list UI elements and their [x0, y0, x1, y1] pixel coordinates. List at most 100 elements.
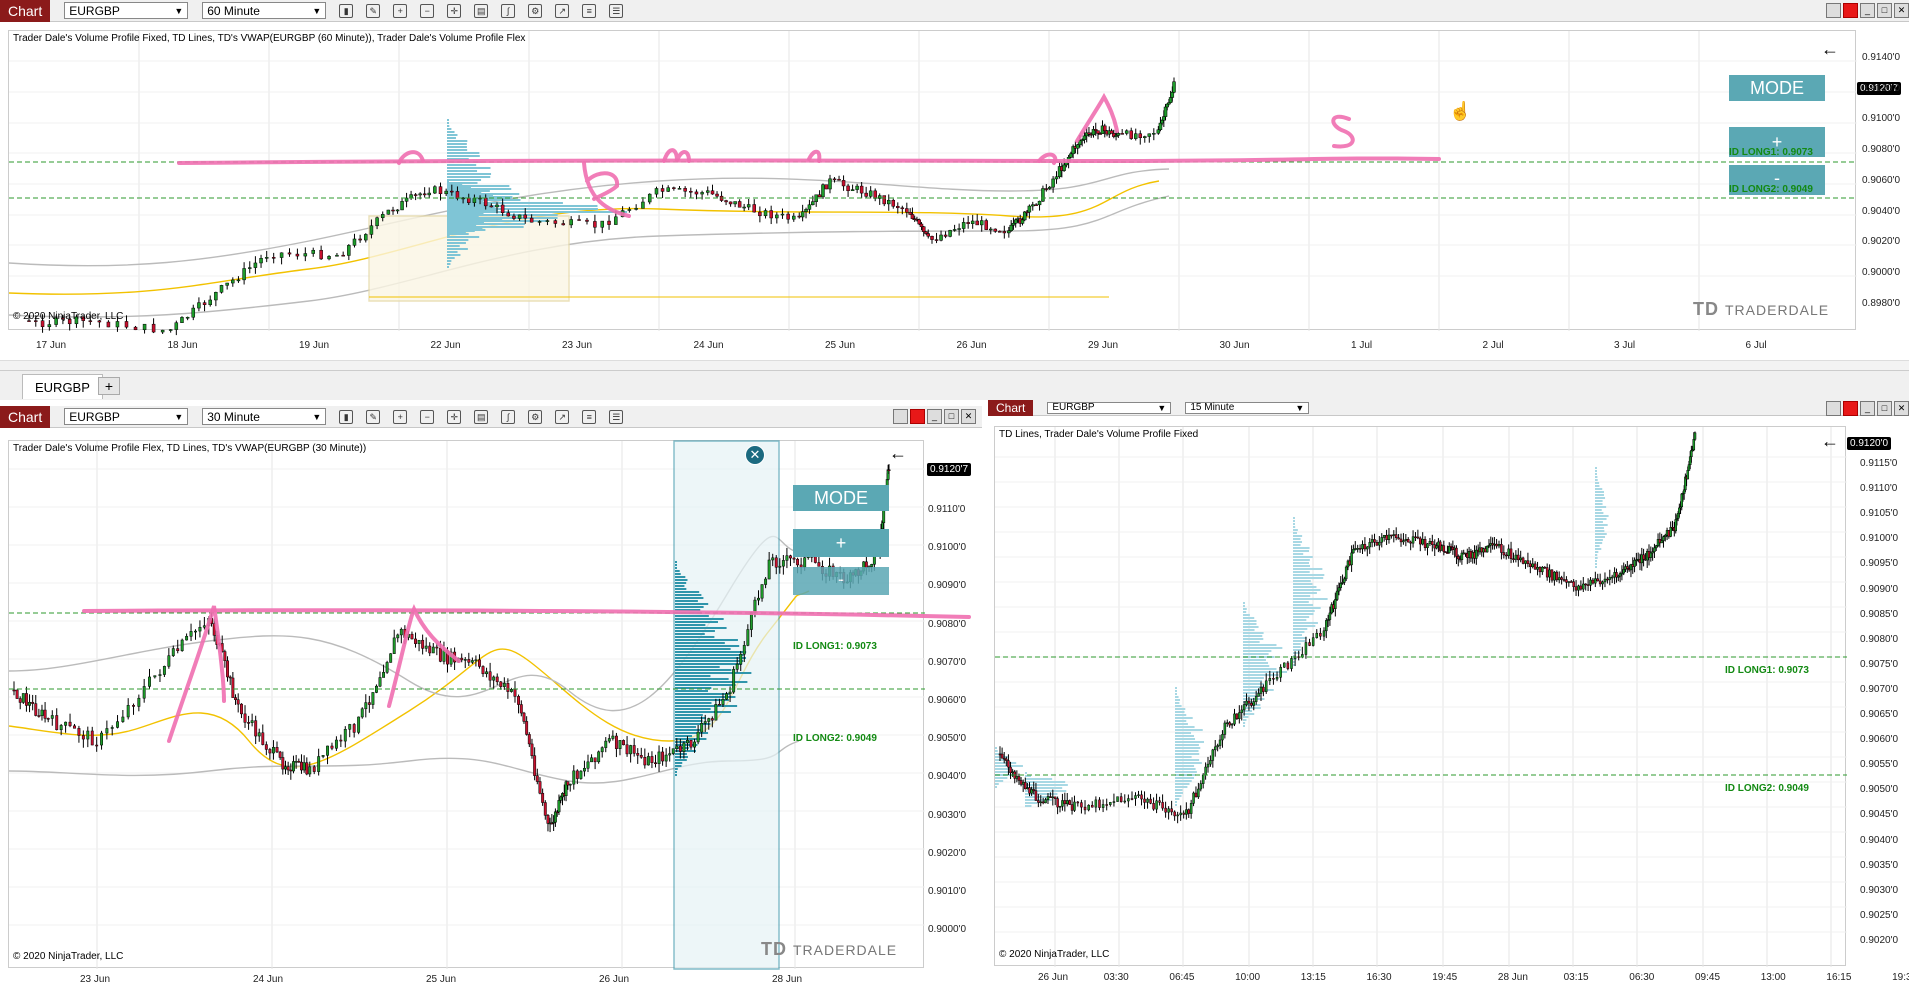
instrument-selector[interactable]: EURGBP ▼	[64, 408, 189, 425]
price-tick-label: 0.9020'0	[1862, 236, 1901, 248]
pencil-icon[interactable]: ✎	[366, 3, 381, 18]
bar-type-icon[interactable]: ▮	[339, 409, 354, 424]
interval-selector[interactable]: 30 Minute ▼	[202, 408, 327, 425]
close-profile-icon[interactable]: ✕	[745, 445, 765, 465]
maximize-button[interactable]: □	[1877, 3, 1892, 18]
price-tick-label: 0.9020'0	[1860, 934, 1899, 946]
volume-profile-bar	[1293, 544, 1301, 546]
bottom-right-plot-area[interactable]: TD Lines, Trader Dale's Volume Profile F…	[994, 426, 1892, 967]
chart-tab[interactable]: Chart	[0, 0, 51, 22]
candle-body	[1596, 578, 1599, 582]
volume-profile-bar	[675, 660, 744, 662]
chart-tab[interactable]: Chart	[988, 400, 1034, 416]
candle-body	[1560, 577, 1563, 580]
zoom-out-icon[interactable]: −	[420, 409, 435, 424]
plus-button[interactable]: +	[793, 529, 889, 557]
crosshair-icon[interactable]: ✛	[447, 409, 462, 424]
data-box-icon[interactable]: ▤	[474, 3, 489, 18]
maximize-button[interactable]: □	[1877, 401, 1892, 416]
instrument-selector[interactable]: EURGBP ▼	[64, 2, 189, 19]
back-arrow-icon[interactable]: ←	[1821, 39, 1839, 60]
candle-body	[1358, 548, 1362, 550]
candle-body	[279, 252, 284, 258]
candle-body	[1087, 804, 1090, 811]
candle-body	[326, 745, 329, 756]
mode-button[interactable]: MODE	[1729, 75, 1825, 101]
minimize-button[interactable]: _	[1860, 3, 1875, 18]
list-icon[interactable]: ☰	[609, 409, 624, 424]
strategies-icon[interactable]: ⚙	[528, 409, 543, 424]
candle-body	[1435, 545, 1438, 549]
volume-profile-bar	[447, 239, 469, 241]
zoom-in-icon[interactable]: +	[393, 409, 408, 424]
volume-profile-bar	[1175, 690, 1177, 692]
mode-button[interactable]: MODE	[793, 485, 889, 511]
window-menu-button[interactable]	[1826, 401, 1841, 416]
volume-profile-bar	[1175, 729, 1203, 731]
volume-profile-bar	[1595, 497, 1606, 499]
pink-annotation	[1075, 92, 1119, 143]
minimize-button[interactable]: _	[1860, 401, 1875, 416]
minus-button[interactable]: -	[793, 567, 889, 595]
link-button[interactable]	[1843, 3, 1858, 18]
indicators-icon[interactable]: ∫	[501, 409, 516, 424]
price-tick-label: 0.9085'0	[1860, 608, 1899, 620]
maximize-button[interactable]: □	[944, 409, 959, 424]
indicators-icon[interactable]: ∫	[501, 3, 516, 18]
candle-body	[380, 214, 385, 219]
back-arrow-icon[interactable]: ←	[889, 443, 907, 464]
price-tick-label: 0.9020'0	[928, 847, 967, 859]
close-button[interactable]: ✕	[1894, 3, 1909, 18]
candle-body	[900, 207, 905, 210]
candle-body	[561, 223, 566, 226]
list-icon[interactable]: ☰	[609, 3, 624, 18]
zoom-out-icon[interactable]: −	[420, 3, 435, 18]
candle-body	[705, 190, 710, 193]
candle-body	[399, 628, 403, 636]
workspace-tab-eurgbp[interactable]: EURGBP	[22, 374, 103, 399]
data-box-icon[interactable]: ▤	[474, 409, 489, 424]
price-tick-label: 0.9110'0	[1860, 483, 1898, 495]
close-button[interactable]: ✕	[1894, 401, 1909, 416]
minimize-button[interactable]: _	[927, 409, 942, 424]
link-button[interactable]	[910, 409, 925, 424]
candle-body	[970, 220, 975, 224]
pencil-icon[interactable]: ✎	[366, 409, 381, 424]
drawing-tools-icon[interactable]: ↗	[555, 409, 570, 424]
interval-selector[interactable]: 60 Minute ▼	[202, 2, 327, 19]
volume-profile-bar	[675, 684, 736, 686]
candle-body	[1633, 559, 1636, 567]
zoom-in-icon[interactable]: +	[393, 3, 408, 18]
window-menu-button[interactable]	[1826, 3, 1841, 18]
window-menu-button[interactable]	[893, 409, 908, 424]
properties-icon[interactable]: ≡	[582, 409, 597, 424]
back-arrow-icon[interactable]: ←	[1821, 431, 1839, 452]
candle-body	[778, 565, 782, 568]
candle-body	[294, 761, 298, 763]
candle-body	[817, 194, 822, 198]
volume-profile-bar	[447, 155, 480, 157]
candle-body	[917, 219, 921, 225]
add-tab-button[interactable]: +	[98, 377, 120, 395]
candle-body	[500, 204, 505, 213]
candle-body	[268, 749, 272, 754]
crosshair-icon[interactable]: ✛	[447, 3, 462, 18]
horizontal-scrollbar[interactable]	[0, 360, 1909, 370]
bottom-left-plot-area[interactable]: Trader Dale's Volume Profile Flex, TD Li…	[8, 440, 972, 970]
strategies-icon[interactable]: ⚙	[528, 3, 543, 18]
chart-tab[interactable]: Chart	[0, 406, 51, 428]
volume-profile-bar	[1175, 711, 1185, 713]
candle-body	[28, 701, 31, 706]
drawing-tools-icon[interactable]: ↗	[555, 3, 570, 18]
link-button[interactable]	[1843, 401, 1858, 416]
candle-body	[1146, 798, 1149, 803]
top-plot-area[interactable]: Trader Dale's Volume Profile Fixed, TD L…	[8, 30, 1902, 336]
interval-selector[interactable]: 15 Minute ▼	[1185, 401, 1310, 414]
properties-icon[interactable]: ≡	[582, 3, 597, 18]
bar-type-icon[interactable]: ▮	[339, 3, 354, 18]
instrument-selector[interactable]: EURGBP ▼	[1047, 401, 1172, 414]
volume-profile-bar	[675, 708, 711, 710]
close-button[interactable]: ✕	[961, 409, 976, 424]
volume-profile-bar	[675, 705, 738, 707]
volume-profile-bar	[447, 170, 478, 172]
